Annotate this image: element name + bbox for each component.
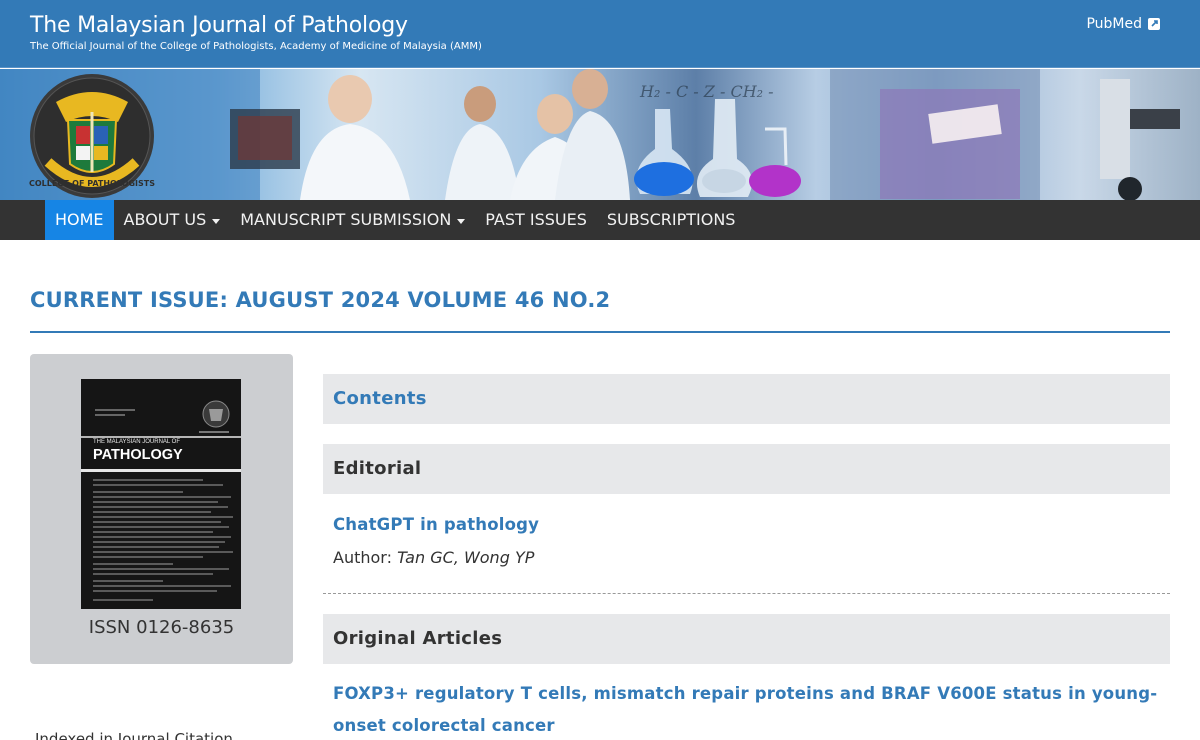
- contents-heading: Contents: [323, 374, 1170, 424]
- nav-about-us-label: ABOUT US: [123, 210, 207, 229]
- author-names: Tan GC, Wong YP: [397, 548, 535, 567]
- nav-manuscript-submission-label: MANUSCRIPT SUBMISSION: [240, 210, 452, 229]
- cover-illustration: THE MALAYSIAN JOURNAL OF PATHOLOGY: [81, 379, 241, 609]
- logo-ring-text: COLLEGE OF PATHOLOGISTS: [29, 179, 155, 188]
- nav-manuscript-submission[interactable]: MANUSCRIPT SUBMISSION: [230, 200, 475, 240]
- site-header: The Malaysian Journal of Pathology The O…: [0, 0, 1200, 68]
- svg-text:H₂ - C - Z - CH₂ -: H₂ - C - Z - CH₂ -: [639, 82, 774, 101]
- caret-down-icon: [212, 218, 221, 224]
- nav-past-issues[interactable]: PAST ISSUES: [475, 200, 597, 240]
- article-title-line: FOXP3+ regulatory T cells, mismatch repa…: [333, 684, 1158, 703]
- college-logo[interactable]: COLLEGE OF PATHOLOGISTS: [28, 72, 156, 200]
- nav-subscriptions[interactable]: SUBSCRIPTIONS: [597, 200, 746, 240]
- nav-subscriptions-label: SUBSCRIPTIONS: [606, 210, 736, 229]
- pubmed-label: PubMed: [1086, 16, 1142, 32]
- pubmed-link[interactable]: PubMed: [1086, 16, 1160, 32]
- banner-lab-illustration: H₂ - C - Z - CH₂ -: [0, 69, 1180, 200]
- current-issue-heading: CURRENT ISSUE: AUGUST 2024 VOLUME 46 NO.…: [30, 288, 611, 312]
- nav-about-us[interactable]: ABOUT US: [114, 200, 231, 240]
- site-title[interactable]: The Malaysian Journal of Pathology: [30, 13, 408, 38]
- nav-list: HOME ABOUT US MANUSCRIPT SUBMISSION PAST…: [45, 200, 745, 240]
- cover-title-small: THE MALAYSIAN JOURNAL OF: [93, 439, 180, 445]
- article-title-link[interactable]: FOXP3+ regulatory T cells, mismatch repa…: [333, 678, 1157, 740]
- caret-down-icon: [457, 218, 466, 224]
- nav-home[interactable]: HOME: [45, 200, 114, 240]
- article-title-link[interactable]: ChatGPT in pathology: [333, 509, 539, 541]
- header-banner: H₂ - C - Z - CH₂ - COLLEGE OF PATHOLOGIS…: [0, 69, 1200, 200]
- indexed-in-text: Indexed in Journal Citation: [35, 730, 233, 740]
- cover-title-large: PATHOLOGY: [93, 447, 183, 463]
- issn-number: ISSN 0126-8635: [88, 617, 235, 638]
- nav-home-label: HOME: [55, 210, 104, 229]
- main-navbar: HOME ABOUT US MANUSCRIPT SUBMISSION PAST…: [0, 200, 1200, 240]
- section-heading-original-articles: Original Articles: [323, 614, 1170, 664]
- section-heading-editorial: Editorial: [323, 444, 1170, 494]
- external-link-icon: [1148, 18, 1160, 30]
- journal-cover-image[interactable]: THE MALAYSIAN JOURNAL OF PATHOLOGY: [81, 379, 241, 609]
- article-title-line: onset colorectal cancer: [333, 716, 555, 735]
- heading-divider: [30, 331, 1170, 333]
- site-subtitle: The Official Journal of the College of P…: [30, 41, 482, 52]
- article-divider: [323, 593, 1170, 594]
- author-label: Author:: [333, 548, 392, 567]
- article-authors: Author: Tan GC, Wong YP: [333, 548, 534, 567]
- nav-past-issues-label: PAST ISSUES: [485, 210, 587, 229]
- cover-panel: THE MALAYSIAN JOURNAL OF PATHOLOGY ISSN …: [30, 354, 293, 664]
